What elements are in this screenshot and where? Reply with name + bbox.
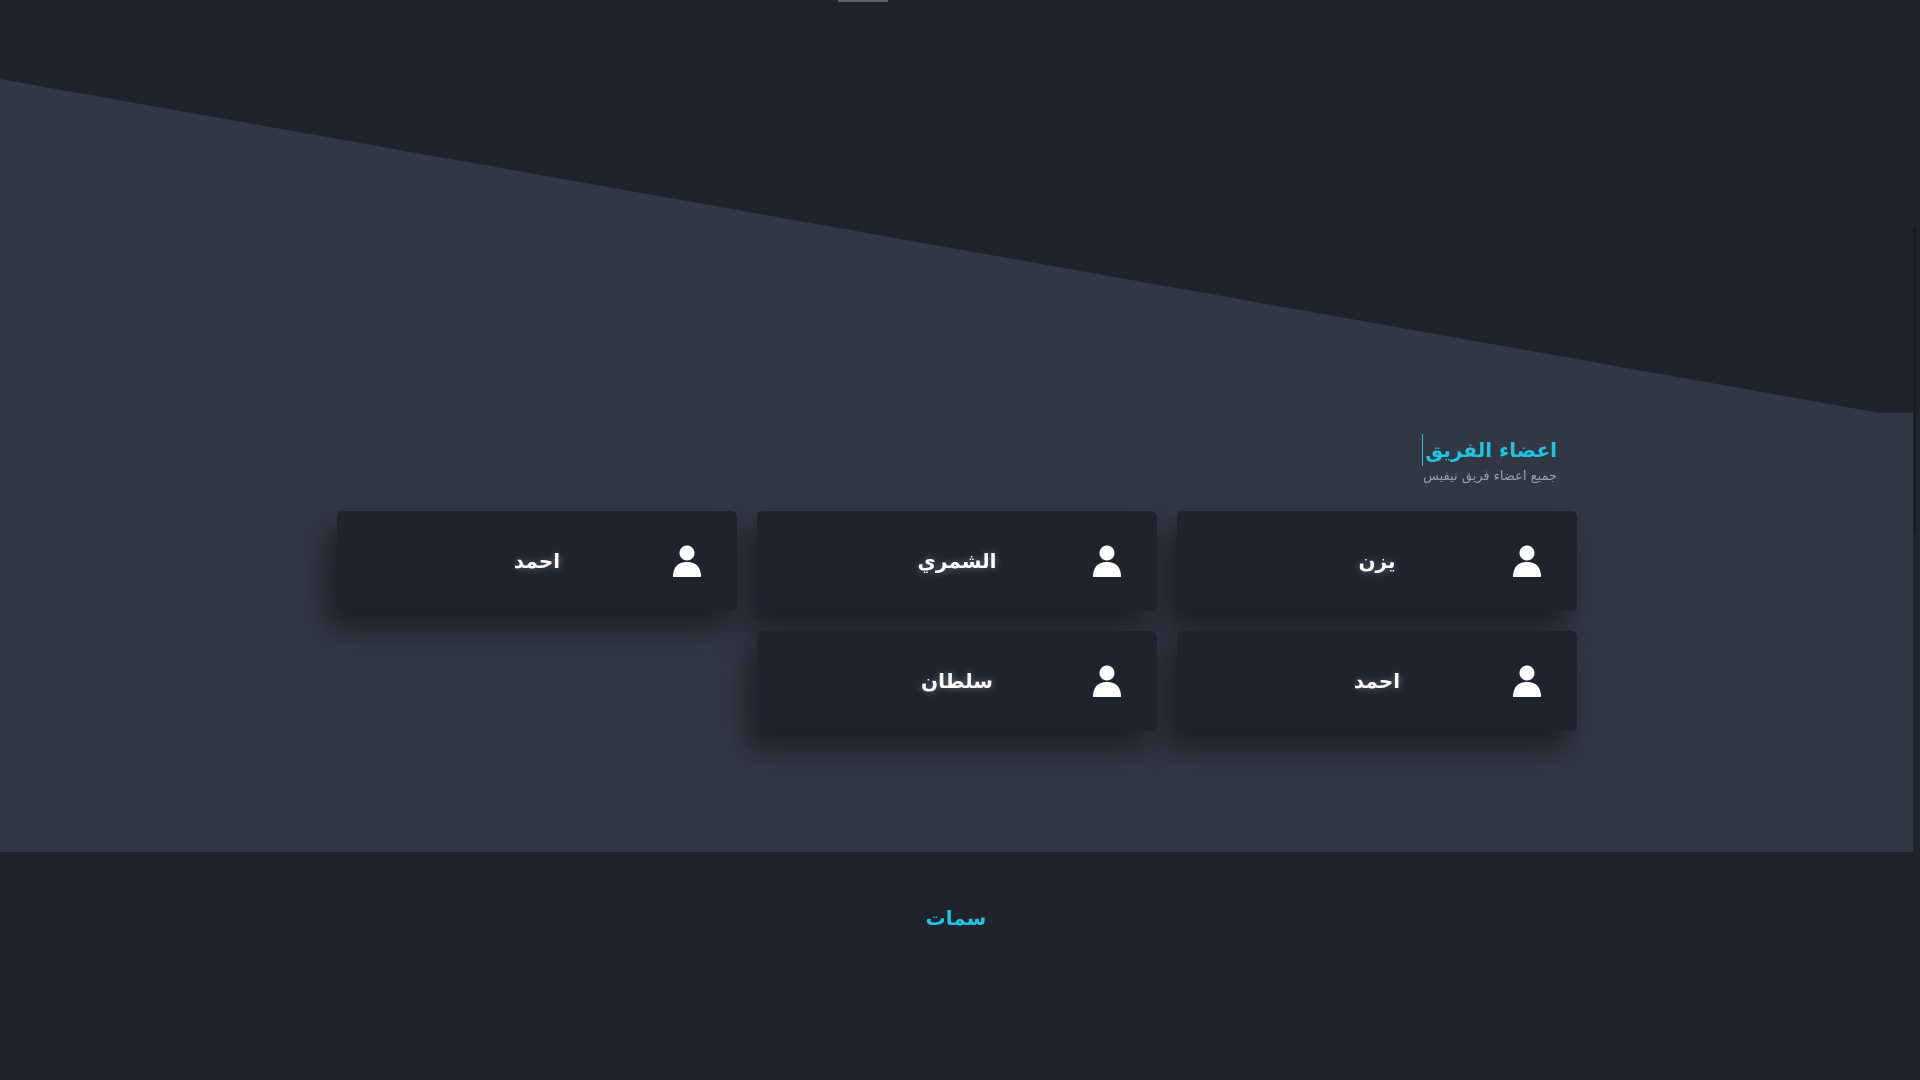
team-section-header: اعضاء الفريق جميع اعضاء فريق نيفيس [1157, 434, 1557, 486]
nav-indicator [838, 0, 888, 2]
member-name: الشمري [917, 549, 997, 573]
page: اعضاء الفريق جميع اعضاء فريق نيفيس يزن ا… [0, 0, 1920, 1080]
scrollbar-thumb[interactable] [1913, 228, 1916, 534]
section-title: اعضاء الفريق [1422, 434, 1557, 466]
footer-brand[interactable]: سمات [0, 904, 1912, 932]
member-name: سلطان [921, 669, 993, 693]
member-card[interactable]: احمد [337, 511, 737, 611]
member-name: احمد [513, 549, 561, 573]
member-card[interactable]: الشمري [757, 511, 1157, 611]
member-card[interactable]: يزن [1177, 511, 1577, 611]
member-name: احمد [1353, 669, 1401, 693]
footer [0, 852, 1920, 1080]
member-card[interactable]: احمد [1177, 631, 1577, 731]
section-subtitle: جميع اعضاء فريق نيفيس [1423, 469, 1557, 484]
member-card[interactable]: سلطان [757, 631, 1157, 731]
member-name: يزن [1358, 549, 1396, 573]
